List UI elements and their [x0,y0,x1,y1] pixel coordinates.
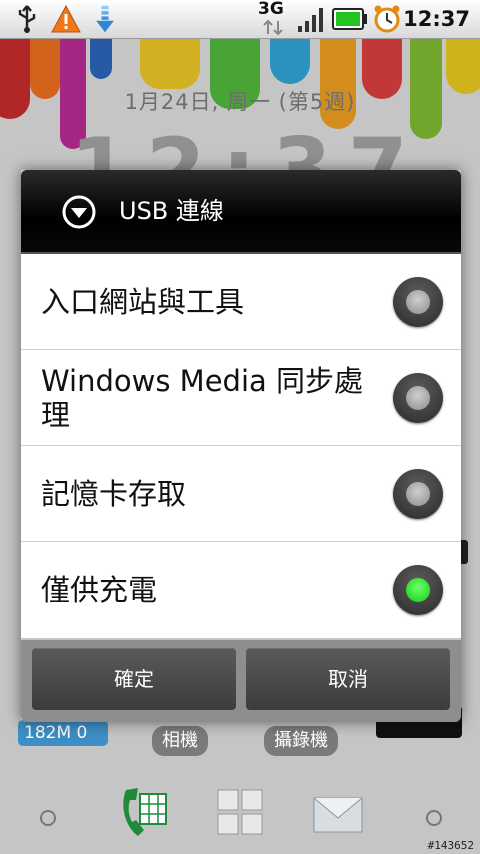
dialog-button-bar: 確定 取消 [21,640,461,722]
radio-button[interactable] [393,277,443,327]
dialog-title-bar: USB 連線 [21,170,461,254]
option-label: 記憶卡存取 [41,477,187,511]
phone-icon[interactable] [118,784,170,840]
page-indicator-left [40,810,56,826]
watermark: #143652 [427,839,474,852]
network-arrows-icon [263,19,283,36]
option-label: 入口網站與工具 [41,285,245,319]
radio-button[interactable] [393,469,443,519]
alarm-clock-icon [374,5,400,33]
usb-connection-dialog: USB 連線 入口網站與工具 Windows Media 同步處理 記憶卡存取 … [21,170,461,722]
status-bar: 3G 12:37 [0,0,480,39]
app-label-camcorder[interactable]: 攝錄機 [264,726,338,756]
warning-icon [51,4,81,33]
signal-bars-icon [298,8,323,32]
option-portal-tools[interactable]: 入口網站與工具 [21,254,461,350]
usb-options-list: 入口網站與工具 Windows Media 同步處理 記憶卡存取 僅供充電 [21,254,461,638]
cancel-button[interactable]: 取消 [246,648,450,710]
network-type: 3G [258,0,284,19]
option-windows-media-sync[interactable]: Windows Media 同步處理 [21,350,461,446]
download-icon [96,5,114,33]
option-label: 僅供充電 [41,573,158,607]
radio-button[interactable] [393,373,443,423]
option-label: Windows Media 同步處理 [41,364,363,432]
option-memory-card-access[interactable]: 記憶卡存取 [21,446,461,542]
usb-icon [18,5,36,33]
status-time: 12:37 [403,7,470,31]
memory-widget[interactable]: 182M 0 [18,720,108,746]
page-indicator-right [426,810,442,826]
battery-icon [332,8,367,30]
mail-icon[interactable] [312,790,364,836]
dialog-title: USB 連線 [119,197,224,225]
app-label-camera[interactable]: 相機 [152,726,208,756]
ok-button[interactable]: 確定 [32,648,236,710]
option-charge-only[interactable]: 僅供充電 [21,542,461,638]
dropdown-circle-icon [62,195,96,229]
app-grid-icon[interactable] [216,788,264,836]
radio-button-selected[interactable] [393,565,443,615]
